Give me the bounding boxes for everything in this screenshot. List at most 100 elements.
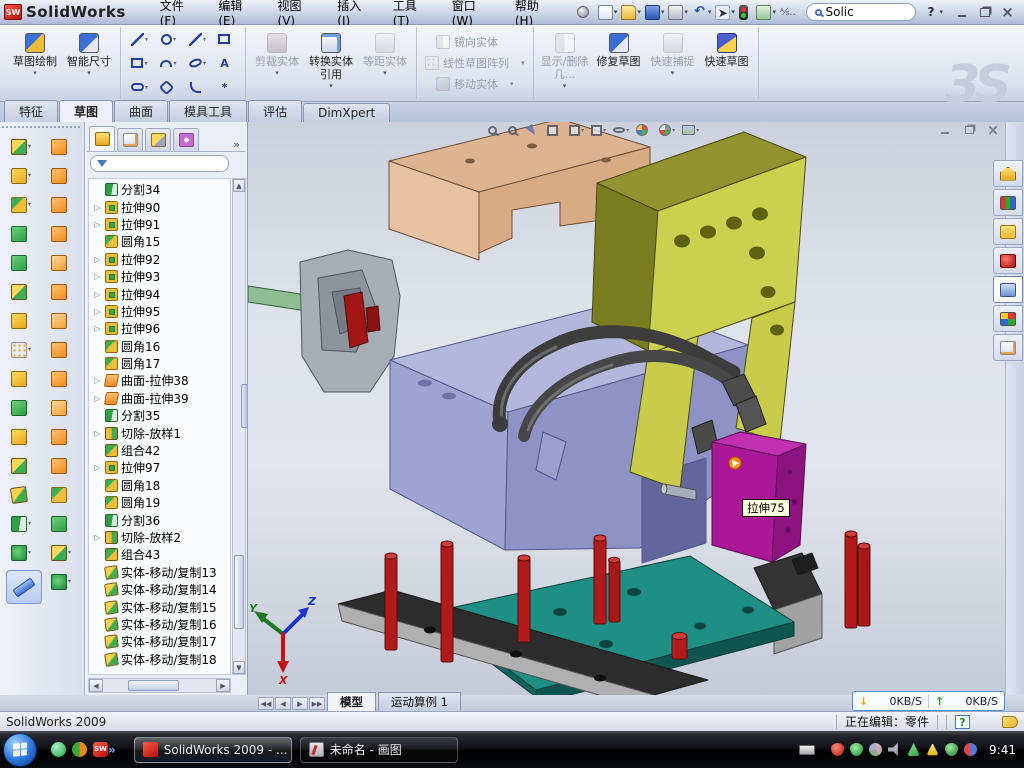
measure-button[interactable]: [6, 570, 42, 604]
toolbar-button[interactable]: ▾: [11, 399, 31, 416]
expand-arrow-icon[interactable]: [93, 324, 102, 333]
sketch-tool-button[interactable]: ▾: [126, 58, 153, 68]
toolbar-button[interactable]: ▾: [51, 283, 71, 300]
panel-tab[interactable]: [145, 128, 171, 151]
doc-minimize-button[interactable]: [937, 123, 953, 137]
ribbon-tab[interactable]: DimXpert: [303, 103, 390, 122]
toolbar-button[interactable]: ▾: [11, 457, 31, 474]
toolbar-button[interactable]: ▾: [51, 196, 71, 213]
feature-tree-item[interactable]: 实体-移动/复制14: [93, 581, 230, 598]
ribbon-tab[interactable]: 曲面: [114, 100, 168, 122]
task-pane-tab[interactable]: [993, 334, 1023, 361]
dropdown-arrow-icon[interactable]: ▾: [661, 8, 665, 16]
feature-tree-item[interactable]: 分割35: [93, 407, 230, 424]
feature-tree-item[interactable]: 分割34: [93, 181, 230, 198]
minimize-button[interactable]: [953, 5, 970, 20]
view-tool-button[interactable]: ▾: [636, 124, 652, 136]
command-button[interactable]: 显示/删除几... ▾: [539, 29, 591, 97]
toolbar-button[interactable]: ➤ ▾: [713, 4, 737, 21]
view-tool-button[interactable]: ▾: [682, 125, 699, 135]
close-button[interactable]: [999, 5, 1016, 20]
sketch-tool-button[interactable]: ▾: [126, 83, 153, 91]
sketch-tool-button[interactable]: ▾: [213, 34, 240, 44]
scrollbar-thumb[interactable]: [128, 680, 179, 691]
expand-arrow-icon[interactable]: [93, 220, 102, 229]
toolbar-button[interactable]: ▾: [754, 4, 778, 21]
toolbar-button[interactable]: ▾: [11, 254, 31, 271]
help-button[interactable]: ? ▾: [921, 4, 945, 21]
expand-arrow-icon[interactable]: [93, 533, 102, 542]
sketch-tool-button[interactable]: ▾: [155, 34, 182, 45]
sketch-tool-button[interactable]: ▾: [155, 60, 182, 67]
toolbar-button[interactable]: ▾: [619, 4, 643, 21]
dropdown-arrow-icon[interactable]: ▾: [731, 8, 735, 16]
feature-tree-item[interactable]: 曲面-拉伸38: [93, 372, 230, 389]
start-button[interactable]: [3, 733, 37, 767]
feature-tree-item[interactable]: 曲面-拉伸39: [93, 390, 230, 407]
dropdown-arrow-icon[interactable]: ▾: [684, 8, 688, 16]
task-pane-tab[interactable]: [993, 305, 1023, 332]
view-tool-button[interactable]: ▾: [569, 125, 584, 136]
feature-tree-item[interactable]: 拉伸94: [93, 285, 230, 302]
dropdown-arrow-icon[interactable]: ▾: [637, 8, 641, 16]
graphics-viewport[interactable]: Y Z X ▾ ▾ ▾ ▾: [248, 122, 1005, 695]
tab-nav-button[interactable]: ▶▶: [309, 697, 325, 710]
toolbar-button[interactable]: ▾: [575, 4, 596, 21]
taskbar-clock[interactable]: 9:41: [989, 743, 1016, 757]
feature-tree-item[interactable]: 圆角17: [93, 355, 230, 372]
sketch-tool-button[interactable]: ▾: [184, 59, 211, 67]
toolbar-button[interactable]: ▾: [11, 167, 31, 184]
toolbar-button[interactable]: ▾: [737, 4, 755, 21]
sketch-tool-button[interactable]: ▾: [126, 33, 153, 46]
toolbar-button[interactable]: ▾: [11, 544, 31, 561]
command-button[interactable]: 等距实体 ▾: [359, 29, 411, 97]
sketch-tool-button[interactable]: ▾: [184, 82, 211, 93]
toolbar-button[interactable]: ⅍.. ▾: [778, 4, 802, 21]
toolbar-button[interactable]: ▾: [11, 515, 31, 532]
toolbar-button[interactable]: ▾: [51, 399, 71, 416]
doc-restore-button[interactable]: [961, 123, 977, 137]
ribbon-tab[interactable]: 特征: [4, 100, 58, 122]
security-shield-icon[interactable]: [850, 743, 863, 756]
toolbar-button[interactable]: ▾: [51, 167, 71, 184]
toolbar-button[interactable]: ↶ ▾: [690, 4, 714, 21]
sketch-tool-button[interactable]: ▾: [184, 33, 211, 46]
toolbar-button[interactable]: ▾: [51, 370, 71, 387]
toolbar-button[interactable]: ▾: [596, 4, 620, 21]
toolbar-button[interactable]: ▾: [51, 544, 71, 561]
command-button[interactable]: 线性草图阵列 ▾: [422, 54, 528, 72]
expand-arrow-icon[interactable]: [93, 307, 102, 316]
command-button[interactable]: 移动实体 ▾: [433, 75, 517, 93]
toolbar-button[interactable]: ▾: [11, 283, 31, 300]
view-tool-button[interactable]: ▾: [547, 125, 562, 136]
ribbon-tab[interactable]: 评估: [248, 100, 302, 122]
health-shield-icon[interactable]: [945, 743, 958, 756]
feature-tree-item[interactable]: 圆角19: [93, 494, 230, 511]
toolbar-button[interactable]: ▾: [11, 225, 31, 242]
scroll-right-icon[interactable]: ▶: [216, 679, 230, 692]
antivirus-alert-icon[interactable]: [831, 743, 844, 756]
network-speed-overlay[interactable]: ↓ 0KB/S ↑ 0KB/S: [852, 691, 1005, 711]
feature-tree-item[interactable]: 拉伸97: [93, 459, 230, 476]
feature-tree-item[interactable]: 实体-移动/复制16: [93, 616, 230, 633]
update-icon[interactable]: [869, 743, 882, 756]
scrollbar-thumb[interactable]: [234, 555, 244, 629]
expand-arrow-icon[interactable]: [93, 255, 102, 264]
toolbar-button[interactable]: ▾: [51, 573, 71, 590]
panel-tab[interactable]: [117, 128, 143, 151]
feature-tree-item[interactable]: 组合43: [93, 546, 230, 563]
expand-arrow-icon[interactable]: [93, 429, 102, 438]
taskbar-window-button[interactable]: 未命名 - 画图: [300, 737, 458, 763]
signal-icon[interactable]: [907, 743, 920, 756]
toolbar-button[interactable]: ▾: [11, 486, 31, 503]
scroll-up-icon[interactable]: ▲: [233, 179, 245, 192]
toolbar-button[interactable]: ▾: [666, 4, 690, 21]
feature-tree-item[interactable]: 拉伸92: [93, 251, 230, 268]
view-tool-button[interactable]: ▾: [528, 125, 540, 136]
command-button[interactable]: 修复草图 ▾: [593, 29, 645, 97]
scroll-left-icon[interactable]: ◀: [89, 679, 103, 692]
toolbar-button[interactable]: ▾: [51, 225, 71, 242]
command-button[interactable]: 草图绘制 ▾: [9, 29, 61, 97]
panel-tab[interactable]: [173, 128, 199, 151]
task-pane-tab[interactable]: [993, 218, 1023, 245]
